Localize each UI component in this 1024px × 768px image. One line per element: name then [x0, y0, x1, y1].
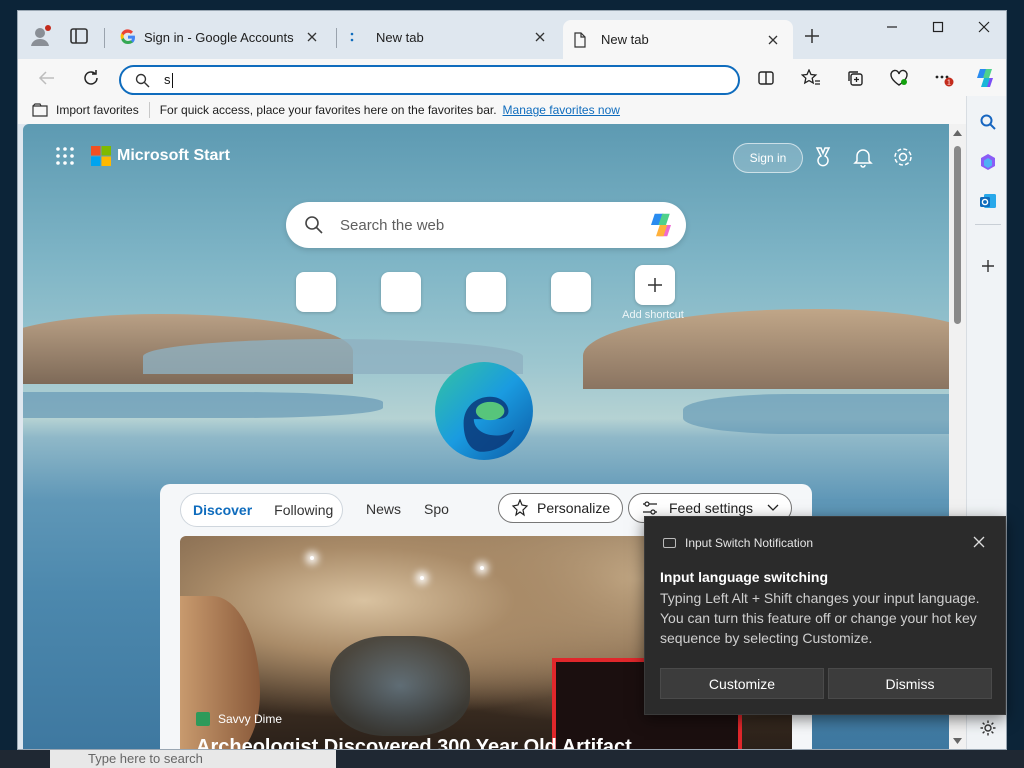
minimize-icon[interactable]: [869, 11, 915, 43]
chevron-down-icon: [767, 504, 779, 512]
personalize-button[interactable]: Personalize: [498, 493, 624, 523]
address-text: s: [164, 71, 171, 87]
page-icon: [573, 31, 587, 48]
tab-title: Sign in - Google Accounts: [144, 29, 294, 45]
sparkle-icon: [511, 499, 529, 517]
search-icon: [135, 73, 150, 88]
collections-icon[interactable]: [839, 62, 871, 94]
browser-essentials-icon[interactable]: [883, 62, 915, 94]
sliders-icon: [641, 499, 659, 517]
settings-more-icon[interactable]: 1: [928, 62, 960, 94]
feed-settings-label: Feed settings: [669, 500, 754, 516]
nav-sports[interactable]: Spo: [424, 501, 449, 517]
scrollbar-thumb[interactable]: [954, 146, 961, 324]
back-icon[interactable]: [31, 62, 63, 94]
add-shortcut-button[interactable]: [635, 265, 675, 305]
tab-following[interactable]: Following: [274, 502, 333, 518]
taskbar: Type here to search: [0, 750, 1024, 768]
personalize-label: Personalize: [537, 500, 611, 516]
brand-name: Microsoft Start: [117, 147, 230, 164]
loading-icon: [348, 29, 356, 45]
close-tab-icon[interactable]: [530, 27, 550, 47]
address-bar[interactable]: s: [119, 65, 740, 95]
copilot-icon[interactable]: [646, 210, 676, 240]
close-icon[interactable]: [971, 534, 987, 550]
svg-text:1: 1: [947, 80, 951, 87]
tab-actions-icon[interactable]: [68, 25, 90, 47]
ms-start-header: Microsoft Start: [55, 146, 230, 166]
shortcut-tile[interactable]: [551, 272, 591, 312]
tab-sign-in-google[interactable]: Sign in - Google Accounts: [110, 20, 332, 54]
scroll-up-icon[interactable]: [953, 130, 962, 136]
web-search-box[interactable]: Search the web: [286, 202, 686, 248]
search-icon[interactable]: [974, 108, 1002, 136]
favorites-bar: Import favorites For quick access, place…: [18, 96, 966, 124]
feed-segment-control: Discover Following: [180, 493, 343, 527]
import-favorites-label: Import favorites: [56, 103, 139, 117]
scroll-down-icon[interactable]: [953, 738, 962, 744]
notifications-bell-icon[interactable]: [852, 146, 874, 168]
nav-news[interactable]: News: [366, 501, 401, 517]
copilot-icon[interactable]: [969, 62, 1001, 94]
split-screen-icon[interactable]: [750, 62, 782, 94]
sidebar-settings-icon[interactable]: [974, 714, 1002, 742]
notification-title: Input language switching: [660, 569, 828, 585]
close-tab-icon[interactable]: [763, 30, 783, 50]
favorites-hint: For quick access, place your favorites h…: [159, 103, 497, 117]
add-shortcut-label: Add shortcut: [622, 309, 684, 321]
dismiss-button[interactable]: Dismiss: [828, 668, 992, 699]
edge-logo-icon: [433, 360, 535, 462]
import-favorites-button[interactable]: Import favorites: [32, 103, 139, 117]
shortcut-tile[interactable]: [466, 272, 506, 312]
google-g-icon: [120, 29, 136, 45]
outlook-icon[interactable]: [974, 187, 1002, 215]
tab-discover[interactable]: Discover: [193, 502, 252, 518]
favorites-icon[interactable]: [795, 62, 827, 94]
article-source: Savvy Dime: [196, 712, 282, 726]
microsoft-logo-icon: [91, 146, 111, 166]
tab-strip: Sign in - Google Accounts New tab New ta…: [18, 11, 1006, 59]
notification-app-name: Input Switch Notification: [685, 536, 814, 550]
shortcut-tile[interactable]: [296, 272, 336, 312]
tab-new-tab-active[interactable]: New tab: [563, 20, 793, 59]
close-window-icon[interactable]: [961, 11, 1006, 43]
input-switch-notification: Input Switch Notification Input language…: [644, 516, 1006, 715]
maximize-icon[interactable]: [915, 11, 961, 43]
profile-icon[interactable]: [28, 24, 52, 48]
plus-icon: [646, 276, 664, 294]
tab-title: New tab: [376, 29, 424, 45]
new-tab-icon[interactable]: [801, 25, 823, 47]
keyboard-icon: [663, 538, 676, 548]
shortcut-tile[interactable]: [381, 272, 421, 312]
close-tab-icon[interactable]: [302, 27, 322, 47]
source-name: Savvy Dime: [218, 712, 283, 726]
page-settings-icon[interactable]: [892, 146, 914, 168]
app-launcher-icon[interactable]: [55, 146, 75, 166]
toolbar: s 1: [18, 59, 1006, 96]
taskbar-search-input[interactable]: Type here to search: [50, 750, 336, 768]
customize-button[interactable]: Customize: [660, 668, 824, 699]
source-logo-icon: [196, 712, 210, 726]
manage-favorites-link[interactable]: Manage favorites now: [503, 103, 620, 117]
import-icon: [32, 103, 48, 117]
tab-new-tab-1[interactable]: New tab: [338, 20, 560, 54]
notification-body: Typing Left Alt + Shift changes your inp…: [660, 590, 980, 646]
search-placeholder: Search the web: [340, 216, 445, 234]
tab-title: New tab: [601, 32, 649, 47]
rewards-icon[interactable]: [812, 146, 834, 168]
add-sidebar-app-icon[interactable]: [974, 252, 1002, 280]
sign-in-button[interactable]: Sign in: [733, 143, 803, 173]
article-headline[interactable]: Archeologist Discovered 300 Year Old Art…: [196, 736, 632, 749]
search-icon: [304, 215, 324, 235]
refresh-icon[interactable]: [75, 62, 107, 94]
copilot-sidebar-icon[interactable]: [974, 148, 1002, 176]
